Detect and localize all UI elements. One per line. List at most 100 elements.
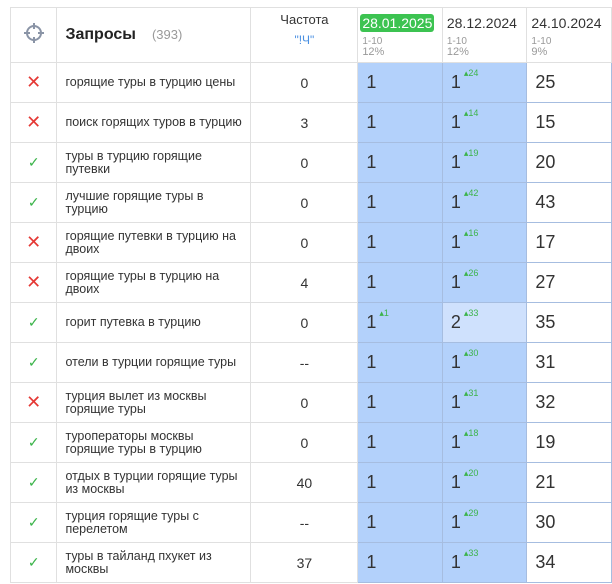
position-value: 1 bbox=[366, 232, 377, 252]
status-cell[interactable]: ✓ bbox=[9, 422, 58, 463]
query-cell[interactable]: горящие туры в турцию цены bbox=[56, 62, 252, 103]
delta-value: 18 bbox=[468, 428, 479, 438]
delta-value: 31 bbox=[468, 388, 479, 398]
pct-label: 12% bbox=[362, 46, 385, 58]
query-cell[interactable]: отели в турции горящие туры bbox=[56, 342, 252, 383]
cross-icon[interactable]: ✕ bbox=[26, 72, 41, 92]
position-value: 1 bbox=[450, 272, 461, 292]
position-cell: 1 bbox=[357, 382, 443, 423]
query-text: поиск горящих туров в турцию bbox=[65, 115, 242, 129]
frequency-mode[interactable]: "!Ч" bbox=[251, 33, 357, 47]
check-icon[interactable]: ✓ bbox=[28, 514, 40, 530]
status-cell[interactable]: ✓ bbox=[9, 462, 58, 503]
position-delta: ▴30 bbox=[463, 348, 479, 358]
position-value: 1 bbox=[450, 152, 461, 172]
cross-icon[interactable]: ✕ bbox=[26, 232, 41, 252]
position-value: 1 bbox=[450, 232, 461, 252]
delta-value: 26 bbox=[468, 268, 479, 278]
status-cell[interactable]: ✕ bbox=[9, 382, 58, 423]
query-cell[interactable]: горящие путевки в турцию на двоих bbox=[56, 222, 252, 263]
position-cell: 1 bbox=[357, 502, 443, 543]
position-cell: 1 bbox=[357, 182, 443, 223]
query-cell[interactable]: отдых в турции горящие туры из москвы bbox=[56, 462, 252, 503]
frequency-label: Частота bbox=[280, 12, 329, 27]
query-text: отдых в турции горящие туры из москвы bbox=[65, 468, 238, 496]
position-delta: ▴29 bbox=[463, 508, 479, 518]
queries-table: Запросы (393) Частота "!Ч" 28.01.2025 1-10 1… bbox=[9, 7, 612, 583]
check-icon[interactable]: ✓ bbox=[28, 354, 40, 370]
status-cell[interactable]: ✕ bbox=[9, 222, 58, 263]
position-cell: 1 ▴42 bbox=[441, 182, 528, 223]
status-cell[interactable]: ✓ bbox=[9, 182, 58, 223]
query-text: турция горящие туры с перелетом bbox=[65, 508, 199, 536]
table-row: ✕ горящие туры в турцию на двоих 4 1 1 ▴2… bbox=[9, 262, 612, 303]
pct-label: 9% bbox=[531, 46, 548, 58]
check-icon[interactable]: ✓ bbox=[28, 474, 40, 490]
status-cell[interactable]: ✓ bbox=[9, 302, 58, 343]
query-cell[interactable]: турция горящие туры с перелетом bbox=[56, 502, 252, 543]
frequency-cell: 0 bbox=[250, 222, 359, 263]
position-delta: ▴20 bbox=[463, 468, 479, 478]
check-icon[interactable]: ✓ bbox=[28, 194, 40, 210]
cross-icon[interactable]: ✕ bbox=[26, 112, 41, 132]
query-cell[interactable]: горящие туры в турцию на двоих bbox=[56, 262, 252, 303]
frequency-cell: 37 bbox=[250, 542, 359, 583]
query-cell[interactable]: туроператоры москвы горящие туры в турци… bbox=[56, 422, 252, 463]
delta-value: 24 bbox=[468, 68, 479, 78]
status-cell[interactable]: ✓ bbox=[9, 342, 58, 383]
status-cell[interactable]: ✓ bbox=[9, 502, 58, 543]
queries-header[interactable]: Запросы (393) bbox=[56, 7, 252, 63]
query-cell[interactable]: горит путевка в турцию bbox=[56, 302, 252, 343]
position-delta: ▴16 bbox=[463, 228, 479, 238]
status-cell[interactable]: ✕ bbox=[9, 62, 58, 103]
date-header-1[interactable]: 28.01.2025 1-10 12% bbox=[357, 7, 443, 63]
cross-icon[interactable]: ✕ bbox=[26, 392, 41, 412]
target-icon[interactable] bbox=[9, 7, 58, 63]
query-cell[interactable]: лучшие горящие туры в турцию bbox=[56, 182, 252, 223]
query-cell[interactable]: поиск горящих туров в турцию bbox=[56, 102, 252, 143]
delta-value: 29 bbox=[468, 508, 479, 518]
position-delta: ▴1 bbox=[379, 308, 389, 318]
position-value: 1 bbox=[366, 472, 377, 492]
queries-count: (393) bbox=[151, 27, 183, 42]
position-value: 1 bbox=[450, 392, 461, 412]
position-cell: 1 ▴14 bbox=[441, 102, 528, 143]
date-header-3[interactable]: 24.10.2024 1-10 9% bbox=[526, 7, 612, 63]
position-value: 1 bbox=[366, 192, 377, 212]
query-text: горящие туры в турцию на двоих bbox=[65, 268, 220, 296]
cross-icon[interactable]: ✕ bbox=[26, 272, 41, 292]
status-cell[interactable]: ✕ bbox=[9, 262, 58, 303]
position-cell: 1 bbox=[357, 102, 443, 143]
date-label: 24.10.2024 bbox=[531, 15, 602, 31]
check-icon[interactable]: ✓ bbox=[28, 314, 40, 330]
query-text: отели в турции горящие туры bbox=[65, 355, 237, 369]
position-cell: 17 bbox=[526, 222, 612, 263]
position-value: 1 bbox=[366, 432, 377, 452]
query-cell[interactable]: туры в турцию горящие путевки bbox=[56, 142, 252, 183]
position-cell: 1 bbox=[357, 342, 443, 383]
position-cell: 30 bbox=[526, 502, 612, 543]
table-row: ✓ отдых в турции горящие туры из москвы … bbox=[9, 462, 612, 503]
status-cell[interactable]: ✕ bbox=[9, 102, 58, 143]
status-cell[interactable]: ✓ bbox=[9, 142, 58, 183]
position-value: 1 bbox=[366, 392, 377, 412]
position-value: 1 bbox=[450, 72, 461, 92]
frequency-header[interactable]: Частота "!Ч" bbox=[250, 7, 359, 63]
check-icon[interactable]: ✓ bbox=[28, 434, 40, 450]
table-row: ✓ туры в тайланд пхукет из москвы 37 1 1… bbox=[9, 542, 612, 583]
delta-value: 33 bbox=[468, 308, 479, 318]
check-icon[interactable]: ✓ bbox=[28, 154, 40, 170]
position-cell: 21 bbox=[526, 462, 612, 503]
position-value: 1 bbox=[366, 352, 377, 372]
position-cell: 2 ▴33 bbox=[441, 302, 528, 343]
position-cell: 1 bbox=[357, 222, 443, 263]
date-header-2[interactable]: 28.12.2024 1-10 12% bbox=[441, 7, 528, 63]
position-cell: 32 bbox=[526, 382, 612, 423]
query-cell[interactable]: туры в тайланд пхукет из москвы bbox=[56, 542, 252, 583]
check-icon[interactable]: ✓ bbox=[28, 554, 40, 570]
table-row: ✕ поиск горящих туров в турцию 3 1 1 ▴14 … bbox=[9, 102, 612, 143]
position-cell: 1 ▴1 bbox=[357, 302, 443, 343]
status-cell[interactable]: ✓ bbox=[9, 542, 58, 583]
table-row: ✕ горящие путевки в турцию на двоих 0 1 … bbox=[9, 222, 612, 263]
query-cell[interactable]: турция вылет из москвы горящие туры bbox=[56, 382, 252, 423]
